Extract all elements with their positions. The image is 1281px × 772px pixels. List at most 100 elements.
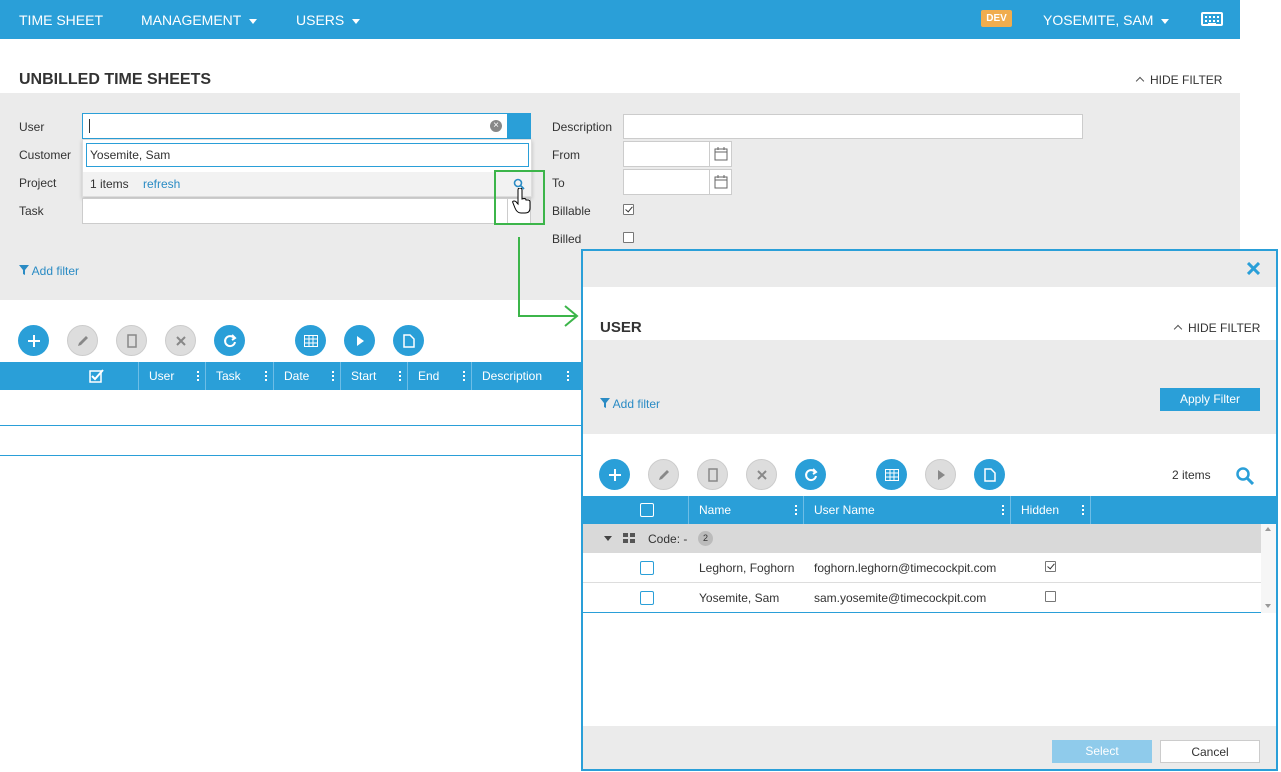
document-icon [402, 333, 415, 348]
dialog-hide-filter-link[interactable]: HIDE FILTER [1173, 321, 1261, 335]
from-date-input[interactable] [623, 141, 710, 167]
dialog-add-filter-link[interactable]: Add filter [600, 397, 660, 411]
dialog-hide-filter-label: HIDE FILTER [1188, 321, 1261, 335]
from-calendar-button[interactable] [709, 141, 732, 167]
column-menu-icon[interactable] [265, 371, 267, 381]
pencil-icon [77, 335, 88, 346]
table-icon [884, 468, 899, 481]
dialog-titlebar [583, 251, 1276, 287]
calendar-icon [714, 175, 728, 189]
dialog-add-button[interactable] [599, 459, 630, 490]
select-button[interactable]: Select [1052, 740, 1152, 763]
dialog-column-name[interactable]: Name [689, 496, 804, 524]
dialog-report-button[interactable] [974, 459, 1005, 490]
column-menu-icon[interactable] [567, 371, 569, 381]
add-button[interactable] [18, 325, 49, 356]
scroll-up-icon[interactable] [1265, 527, 1271, 531]
column-user-label: User [149, 369, 175, 383]
add-filter-link[interactable]: Add filter [19, 264, 79, 278]
copy-button[interactable] [116, 325, 147, 356]
pencil-icon [658, 469, 669, 480]
play-icon [356, 335, 364, 346]
report-button[interactable] [393, 325, 424, 356]
add-filter-label: Add filter [31, 264, 80, 278]
description-filter-label: Description [552, 120, 613, 134]
refresh-button[interactable] [214, 325, 245, 356]
row-name: Leghorn, Foghorn [699, 561, 795, 575]
filter-icon [600, 398, 610, 408]
row-select-checkbox[interactable] [640, 561, 654, 575]
billable-checkbox[interactable] [623, 204, 634, 215]
grid-divider [0, 425, 581, 426]
column-end[interactable]: End [408, 362, 472, 390]
row-username: sam.yosemite@timecockpit.com [814, 591, 987, 605]
refresh-icon [804, 467, 818, 481]
column-menu-icon[interactable] [399, 371, 401, 381]
column-date-label: Date [284, 369, 310, 383]
dialog-footer: Select Cancel [583, 726, 1276, 769]
close-icon [175, 335, 186, 346]
billed-checkbox[interactable] [623, 232, 634, 243]
group-label: Code: - [648, 532, 688, 546]
close-icon[interactable] [1247, 262, 1260, 275]
column-start[interactable]: Start [341, 362, 408, 390]
to-calendar-button[interactable] [709, 169, 732, 195]
group-icon [623, 533, 635, 543]
column-menu-icon[interactable] [463, 371, 465, 381]
grid-divider [0, 455, 581, 456]
table-icon [303, 334, 318, 347]
dialog-scrollbar[interactable] [1261, 524, 1276, 613]
apply-filter-button[interactable]: Apply Filter [1160, 388, 1260, 411]
expand-caret-icon[interactable] [604, 536, 612, 541]
table-row[interactable]: Yosemite, Sam sam.yosemite@timecockpit.c… [583, 583, 1261, 613]
column-date[interactable]: Date [274, 362, 341, 390]
column-user[interactable]: User [139, 362, 206, 390]
dialog-refresh-button[interactable] [795, 459, 826, 490]
column-menu-icon[interactable] [1002, 505, 1004, 515]
dialog-delete-button[interactable] [746, 459, 777, 490]
search-icon[interactable] [1236, 467, 1254, 485]
group-row[interactable]: Code: - 2 [583, 524, 1261, 553]
column-end-label: End [418, 369, 440, 383]
from-filter-label: From [552, 148, 580, 162]
hand-cursor-icon [512, 188, 531, 214]
close-icon [756, 469, 767, 480]
dialog-edit-button[interactable] [648, 459, 679, 490]
copy-icon [126, 333, 137, 348]
column-menu-icon[interactable] [795, 505, 797, 515]
select-all-checkbox[interactable] [640, 503, 654, 517]
user-lookup-dialog: USER HIDE FILTER Add filter Apply Filter… [581, 249, 1278, 771]
column-description[interactable]: Description [472, 362, 581, 390]
play-icon [937, 469, 945, 480]
plus-icon [608, 468, 621, 481]
dialog-column-name-label: Name [699, 503, 732, 517]
row-hidden-checkbox[interactable] [1045, 561, 1056, 572]
dialog-title: USER [600, 319, 642, 336]
column-menu-icon[interactable] [197, 371, 199, 381]
dialog-play-button[interactable] [925, 459, 956, 490]
edit-button[interactable] [67, 325, 98, 356]
column-menu-icon[interactable] [1082, 505, 1084, 515]
row-select-checkbox[interactable] [640, 591, 654, 605]
cancel-button[interactable]: Cancel [1160, 740, 1260, 763]
scroll-down-icon[interactable] [1265, 604, 1271, 608]
to-date-input[interactable] [623, 169, 710, 195]
check-all-icon[interactable] [89, 369, 104, 383]
grid-view-button[interactable] [295, 325, 326, 356]
dialog-column-username[interactable]: User Name [804, 496, 1011, 524]
delete-button[interactable] [165, 325, 196, 356]
play-button[interactable] [344, 325, 375, 356]
calendar-icon [714, 147, 728, 161]
column-task[interactable]: Task [206, 362, 274, 390]
dialog-grid-view-button[interactable] [876, 459, 907, 490]
row-name: Yosemite, Sam [699, 591, 780, 605]
description-filter-input[interactable] [623, 114, 1083, 139]
row-username: foghorn.leghorn@timecockpit.com [814, 561, 997, 575]
row-hidden-checkbox[interactable] [1045, 591, 1056, 602]
column-menu-icon[interactable] [332, 371, 334, 381]
dialog-column-hidden[interactable]: Hidden [1011, 496, 1091, 524]
dialog-add-filter-label: Add filter [612, 397, 661, 411]
column-task-label: Task [216, 369, 241, 383]
table-row[interactable]: Leghorn, Foghorn foghorn.leghorn@timecoc… [583, 553, 1261, 583]
dialog-copy-button[interactable] [697, 459, 728, 490]
